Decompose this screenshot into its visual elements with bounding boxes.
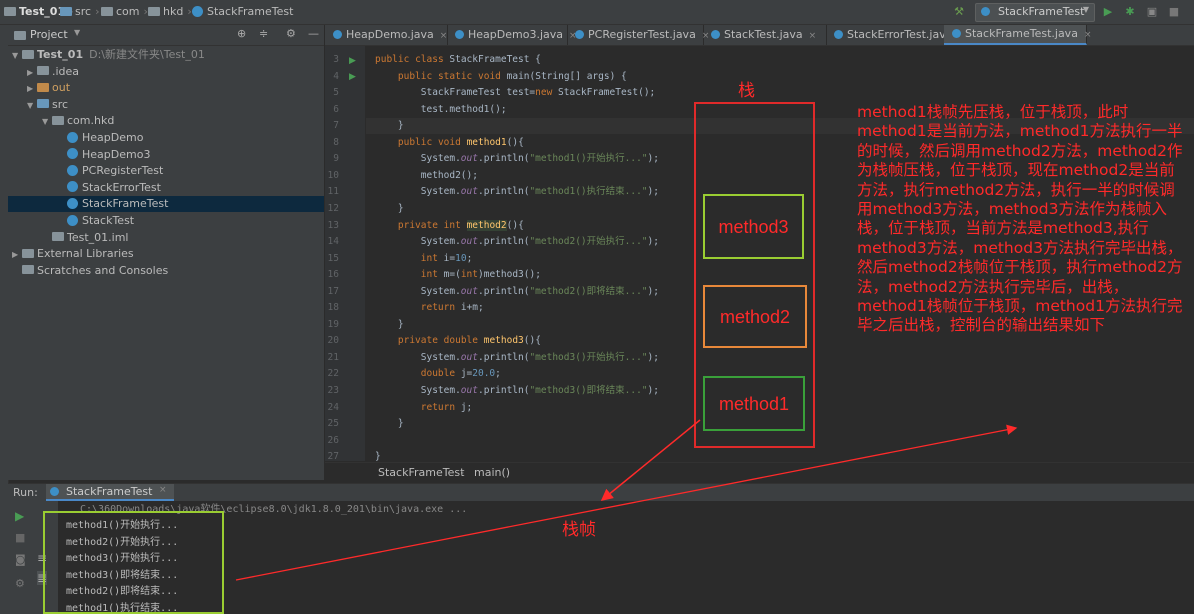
arrow-to-explanation [235, 424, 1018, 581]
annotation-arrows [235, 419, 1018, 581]
arrow-to-frame-label [600, 419, 701, 501]
